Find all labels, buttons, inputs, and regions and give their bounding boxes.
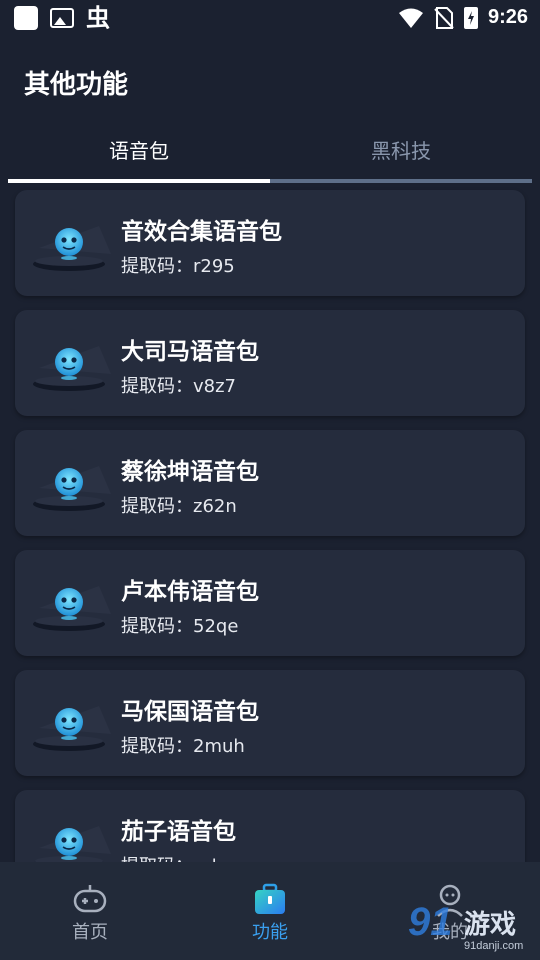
voice-pack-title: 卢本伟语音包	[121, 579, 259, 605]
clock: 9:26	[487, 6, 528, 28]
watermark-logo: 91 游戏 91danji.com	[408, 900, 540, 960]
gamepad-icon	[73, 885, 107, 913]
wifi-icon	[398, 8, 423, 28]
voice-robot-icon	[33, 586, 111, 631]
page-title: 其他功能	[24, 70, 129, 100]
watermark-mark: 91	[408, 900, 453, 944]
list-item[interactable]: 大司马语音包 提取码：v8z7	[15, 310, 525, 416]
tab-indicator-active	[8, 179, 270, 183]
extraction-code: 提取码：ruku	[121, 852, 233, 862]
image-icon	[50, 8, 74, 28]
voice-robot-icon	[33, 226, 111, 271]
nav-home-label: 首页	[72, 922, 108, 943]
tab-voice-pack[interactable]: 语音包	[8, 128, 270, 178]
nav-features[interactable]: 功能	[180, 862, 360, 960]
app-square-icon	[14, 6, 38, 30]
list-item[interactable]: 蔡徐坤语音包 提取码：z62n	[15, 430, 525, 536]
extraction-code: 提取码：v8z7	[121, 376, 237, 397]
voice-pack-title: 马保国语音包	[121, 699, 259, 725]
voice-pack-title: 大司马语音包	[121, 339, 259, 365]
watermark-text: 游戏	[464, 910, 517, 940]
watermark-url: 91danji.com	[464, 940, 524, 952]
extraction-code: 提取码：2muh	[121, 736, 245, 757]
voice-robot-icon	[33, 706, 111, 751]
toolbox-icon	[255, 883, 285, 914]
extraction-code: 提取码：r295	[121, 256, 235, 277]
list-item[interactable]: 茄子语音包 提取码：ruku	[15, 790, 525, 862]
voice-pack-title: 茄子语音包	[121, 819, 236, 845]
bug-icon: 虫	[86, 4, 110, 32]
tab-bar: 语音包 黑科技	[8, 128, 532, 184]
voice-pack-list[interactable]: 音效合集语音包 提取码：r295 大司马语音包 提取码：v8z7 蔡徐坤语音包 …	[0, 186, 540, 862]
battery-charging-icon	[463, 6, 478, 29]
no-sim-icon	[434, 6, 454, 29]
extraction-code: 提取码：z62n	[121, 496, 237, 517]
voice-robot-icon	[33, 466, 111, 511]
voice-pack-title: 蔡徐坤语音包	[121, 459, 259, 485]
voice-pack-title: 音效合集语音包	[121, 219, 282, 245]
voice-robot-icon	[33, 346, 111, 391]
list-item[interactable]: 音效合集语音包 提取码：r295	[15, 190, 525, 296]
list-item[interactable]: 卢本伟语音包 提取码：52qe	[15, 550, 525, 656]
nav-home[interactable]: 首页	[0, 862, 180, 960]
tab-indicator-inactive	[270, 179, 532, 183]
extraction-code: 提取码：52qe	[121, 616, 239, 637]
tab-black-tech[interactable]: 黑科技	[270, 128, 532, 178]
voice-robot-icon	[34, 826, 111, 862]
status-bar: 虫 9:26	[0, 0, 540, 38]
nav-features-label: 功能	[252, 922, 288, 943]
list-item[interactable]: 马保国语音包 提取码：2muh	[15, 670, 525, 776]
